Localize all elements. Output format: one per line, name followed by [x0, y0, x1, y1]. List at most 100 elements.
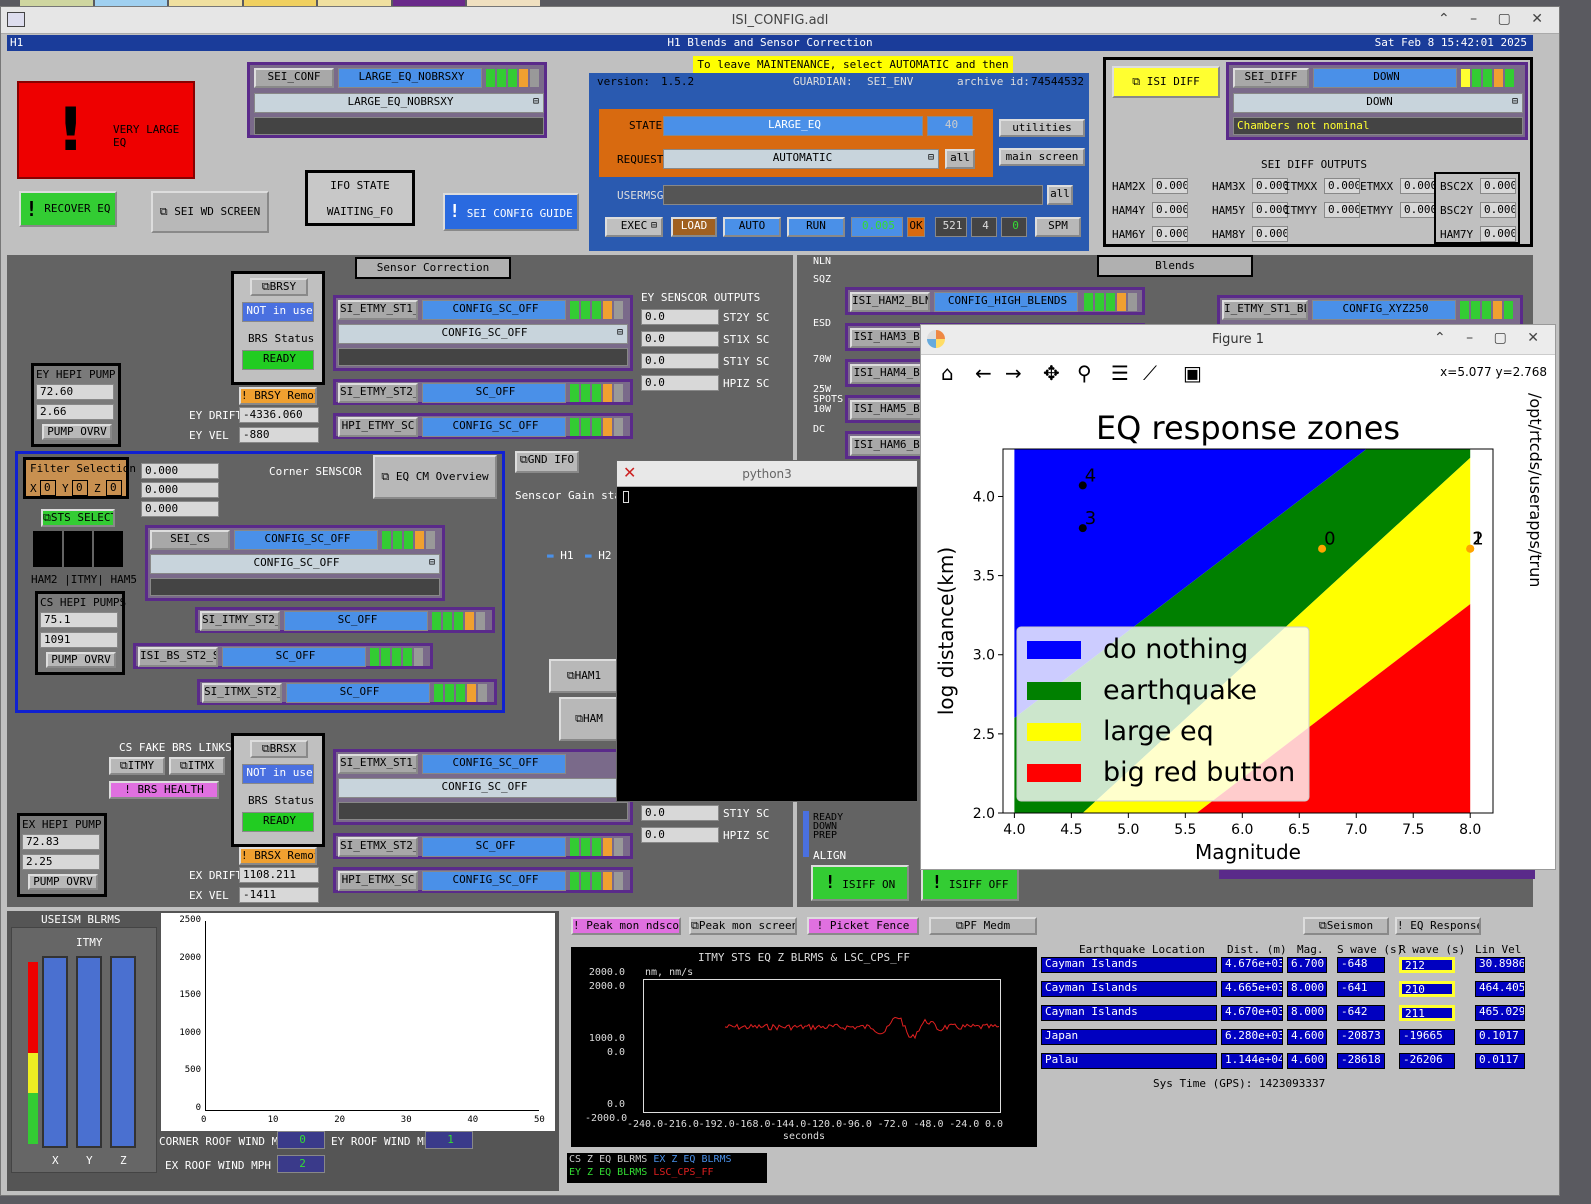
itmx-st2-button[interactable]: SI_ITMX_ST2_S: [202, 683, 282, 703]
state-label: STATE: [629, 119, 663, 132]
eq-table-cell: 6.280e+03: [1221, 1029, 1283, 1045]
useism-bar-y: [76, 956, 102, 1148]
blend-row-button[interactable]: ISI_HAM4_BL: [850, 364, 930, 384]
etmy-st1-blend-button[interactable]: I_ETMY_ST1_BL: [1222, 300, 1308, 320]
brsx-button[interactable]: ⧉BRSX: [250, 740, 308, 758]
save-icon[interactable]: ▣: [1183, 361, 1202, 385]
etmx-st2-box: SI_ETMX_ST2_S SC_OFF: [333, 833, 633, 859]
peak-mon-screen-button[interactable]: ⧉Peak mon screen: [689, 917, 797, 935]
brs-health-button[interactable]: ! BRS HEALTH: [109, 781, 219, 799]
zoom-icon[interactable]: ⚲: [1077, 361, 1092, 385]
spm-button[interactable]: SPM: [1035, 217, 1081, 237]
itmy-st2-state: SC_OFF: [284, 611, 428, 631]
eq-table-header: Lin Vel: [1475, 943, 1522, 956]
ex-pump-overview-button[interactable]: PUMP OVRV: [28, 874, 98, 890]
eq-response-chart: 4.0 4.5 5.0 5.5 6.0 6.5 7.0 7.5 8.0 2.0 2.5 3.0 3.5 4…: [934, 409, 1494, 864]
data-point-label: 4: [1085, 465, 1096, 486]
eq-cm-overview-button[interactable]: ⧉ EQ CM Overview: [373, 455, 497, 499]
itmy-st2-button[interactable]: SI_ITMY_ST2_S: [200, 611, 280, 631]
sei-conf-button[interactable]: SEI_CONF: [254, 68, 334, 88]
itmx-link-button[interactable]: ⧉ITMX: [169, 757, 225, 775]
cs-pump-overview-button[interactable]: PUMP OVRV: [46, 652, 116, 668]
eq-table-cell: Cayman Islands: [1041, 957, 1217, 973]
subplots-icon[interactable]: ☰: [1111, 361, 1129, 385]
window-icon: ⧉: [575, 712, 583, 725]
sei-diff-request-dropdown[interactable]: DOWN: [1233, 93, 1523, 113]
sei-config-guide-button[interactable]: ! SEI CONFIG GUIDE: [443, 193, 579, 231]
sts-select-button[interactable]: ⧉STS SELECT: [41, 509, 115, 527]
usermsg-all-button[interactable]: all: [1047, 185, 1073, 205]
auto-button[interactable]: AUTO: [723, 217, 781, 237]
peak-mon-ndscope-button[interactable]: ! Peak mon ndscope: [571, 917, 681, 935]
blend-row-button[interactable]: ISI_HAM3_BL: [850, 328, 930, 348]
utilities-button[interactable]: utilities: [999, 119, 1085, 137]
blend-row-button[interactable]: ISI_HAM6_BL: [850, 436, 930, 456]
etmy-st1-button[interactable]: SI_ETMY_ST1_S: [338, 300, 418, 320]
brsy-button[interactable]: ⧉BRSY: [250, 278, 308, 296]
counter-1: 521: [935, 217, 967, 237]
hpi-etmy-button[interactable]: HPI_ETMY_SC: [338, 417, 418, 437]
forward-icon[interactable]: →: [1005, 361, 1022, 385]
blend-row-button[interactable]: ISI_HAM5_BL: [850, 400, 930, 420]
sei-cs-request[interactable]: CONFIG_SC_OFF: [150, 554, 440, 574]
bs-st2-button[interactable]: ISI_BS_ST2_SC: [138, 647, 218, 667]
data-point-label: 3: [1085, 508, 1096, 529]
counter-3: 0: [1001, 217, 1027, 237]
blend-row-button[interactable]: ISI_HAM2_BLND: [850, 292, 930, 312]
ham-button[interactable]: ⧉HAM: [559, 697, 619, 741]
isi-diff-button[interactable]: ⧉ ISI DIFF: [1112, 66, 1220, 98]
sei-cs-button[interactable]: SEI_CS: [150, 530, 230, 550]
sei-wd-screen-button[interactable]: ⧉ SEI WD SCREEN: [151, 191, 269, 233]
load-button[interactable]: LOAD: [671, 217, 717, 237]
useism-y-tick: 1000: [179, 1027, 201, 1038]
usermsg-field: [663, 185, 1043, 205]
request-all-button[interactable]: all: [945, 149, 975, 169]
back-icon[interactable]: ←: [975, 361, 992, 385]
itmy-link-button[interactable]: ⧉ITMY: [109, 757, 165, 775]
run-button[interactable]: RUN: [787, 217, 845, 237]
eq-response-button[interactable]: ! EQ Response: [1395, 917, 1481, 935]
etmy-st2-button[interactable]: SI_ETMY_ST2_S: [338, 383, 418, 403]
seismon-button[interactable]: ⧉Seismon: [1303, 917, 1389, 935]
guardian-request-dropdown[interactable]: AUTOMATIC: [663, 149, 939, 169]
ey-pump-overview-button[interactable]: PUMP OVRV: [42, 424, 112, 440]
brsy-remote-button[interactable]: ! BRSY Remote: [239, 387, 317, 405]
eq-table-cell: 4.600: [1287, 1029, 1327, 1045]
y-tick-label: 2.5: [973, 727, 995, 743]
home-icon[interactable]: ⌂: [941, 361, 954, 385]
ex-output-value: 0.0: [641, 827, 719, 843]
useism-x-tick: 10: [267, 1115, 279, 1125]
ham1-button[interactable]: ⧉HAM1: [549, 659, 619, 693]
useism-y-tick: 2000: [179, 952, 201, 963]
pan-icon[interactable]: ✥: [1043, 361, 1060, 385]
etmx-st2-button[interactable]: SI_ETMX_ST2_S: [338, 837, 418, 857]
main-screen-button[interactable]: main screen: [999, 148, 1085, 166]
window-controls[interactable]: ⌃ – ▢ ✕: [1438, 11, 1551, 27]
diff-output-value: 0.000: [1152, 202, 1188, 218]
edit-axis-icon[interactable]: ⟋: [1143, 361, 1157, 385]
exec-dropdown[interactable]: EXEC: [605, 217, 663, 237]
legend-swatch: [1027, 641, 1081, 659]
etmy-st1-box: SI_ETMY_ST1_S CONFIG_SC_OFF CONFIG_SC_OF…: [333, 295, 633, 371]
etmx-st1-button[interactable]: SI_ETMX_ST1_S: [338, 754, 418, 774]
ok-indicator: OK: [907, 217, 925, 237]
y-axis-label: log distance(km): [934, 547, 958, 715]
etmx-st1-request[interactable]: CONFIG_SC_OFF: [338, 778, 628, 798]
corner-senscor-title: Corner SENSCOR: [269, 465, 362, 478]
figure-window-controls[interactable]: ⌃ – ▢ ✕: [1434, 330, 1547, 346]
legend-label: large eq: [1103, 716, 1214, 747]
bs-st2-state: SC_OFF: [222, 647, 366, 667]
brsx-remote-button[interactable]: ! BRSX Remote: [239, 847, 317, 865]
hpi-etmx-button[interactable]: HPI_ETMX_SC: [338, 871, 418, 891]
picket-fence-button[interactable]: ! Picket Fence: [807, 917, 919, 935]
etmy-st1-request[interactable]: CONFIG_SC_OFF: [338, 324, 628, 344]
python3-terminal[interactable]: ✕ python3: [616, 460, 918, 802]
gnd-ifo-button[interactable]: ⧉GND IFO: [515, 451, 579, 473]
sei-diff-button[interactable]: SEI_DIFF: [1233, 68, 1309, 88]
guardian-state-box: STATE LARGE_EQ 40 REQUEST AUTOMATIC all: [599, 109, 993, 177]
pf-medm-button[interactable]: ⧉PF Medm: [929, 917, 1037, 935]
filter-z-value: 0: [106, 480, 122, 496]
sei-conf-request-dropdown[interactable]: LARGE_EQ_NOBRSXY: [254, 93, 544, 113]
isiff-on-button[interactable]: ! ISIFF ON: [811, 865, 909, 901]
recover-eq-button[interactable]: ! RECOVER EQ: [19, 191, 117, 227]
